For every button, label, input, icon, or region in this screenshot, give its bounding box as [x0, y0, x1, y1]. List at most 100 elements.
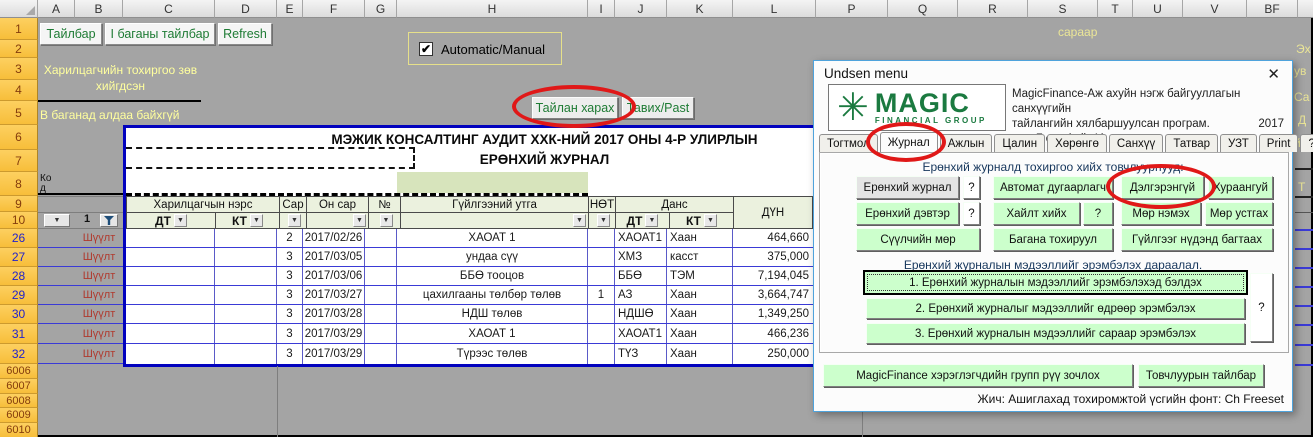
table-row[interactable]: 3 2017/03/05 ундаа сүү ХМЗ касст 375,000: [126, 248, 813, 267]
column-header-u[interactable]: U: [1133, 0, 1183, 18]
column-header-p[interactable]: P: [816, 0, 888, 18]
autofilter-dropdown-a[interactable]: ▼: [44, 214, 70, 227]
column-header-bf[interactable]: BF: [1247, 0, 1298, 18]
tab-help[interactable]: ?: [1300, 134, 1313, 152]
auto-number-button[interactable]: Автомат дугаарлагч: [993, 176, 1113, 199]
detailed-button[interactable]: Дэлгэрэнгүй: [1121, 176, 1204, 199]
column-header-s[interactable]: S: [1028, 0, 1098, 18]
row-header-2[interactable]: 2: [0, 40, 38, 58]
row-header-28[interactable]: 28: [0, 267, 38, 286]
row-header-9[interactable]: 9: [0, 196, 38, 212]
journal-data-rows: 2 2017/02/26 ХАОАТ 1 ХАОАТ1 Хаан 464,660…: [126, 229, 813, 364]
i-column-tailbar-button[interactable]: I баганы тайлбар: [105, 23, 215, 45]
column-header-h[interactable]: H: [397, 0, 588, 18]
tab-togtmol[interactable]: Тогтмол: [819, 134, 878, 152]
sort-by-month-button[interactable]: 3. Ерөнхий журналын мэдээллийг сараар эр…: [866, 323, 1245, 344]
tab-uzt[interactable]: УЗТ: [1220, 134, 1257, 152]
tab-sankhuu[interactable]: Санхүү: [1109, 134, 1163, 152]
column-header-a[interactable]: A: [38, 0, 75, 18]
button-help-button[interactable]: Товчлуурын тайлбар: [1138, 364, 1264, 387]
column-header-g[interactable]: G: [365, 0, 397, 18]
table-row[interactable]: 3 2017/03/29 Түрээс төлөв ТҮЗ Хаан 250,0…: [126, 344, 813, 364]
add-row-button[interactable]: Мөр нэмэх: [1121, 202, 1201, 225]
filter-dropdown-vat[interactable]: ▼: [597, 214, 610, 227]
table-row[interactable]: 3 2017/03/06 ББӨ тооцов ББӨ ТЭМ 7,194,04…: [126, 267, 813, 286]
general-ledger-button[interactable]: Ерөнхий дэвтэр: [856, 202, 959, 225]
paste-button[interactable]: Тавих/Past: [622, 97, 694, 119]
delete-row-button[interactable]: Мөр устгах: [1205, 202, 1273, 225]
automatic-manual-checkbox[interactable]: ✔: [419, 42, 433, 56]
column-header-e[interactable]: E: [277, 0, 303, 18]
column-header-v[interactable]: V: [1183, 0, 1247, 18]
tab-tsalin[interactable]: Цалин: [994, 134, 1045, 152]
row-header-27[interactable]: 27: [0, 248, 38, 267]
last-row-button[interactable]: Сүүлчийн мөр: [856, 228, 980, 251]
row-header-30[interactable]: 30: [0, 305, 38, 324]
row-header-29[interactable]: 29: [0, 286, 38, 305]
row-header-6010[interactable]: 6010: [0, 423, 38, 437]
row-header-32[interactable]: 32: [0, 344, 38, 364]
row-header-26[interactable]: 26: [0, 229, 38, 248]
select-all-corner[interactable]: [0, 0, 38, 18]
table-row[interactable]: 2 2017/02/26 ХАОАТ 1 ХАОАТ1 Хаан 464,660: [126, 229, 813, 248]
filter-dropdown-dt[interactable]: ▼: [174, 214, 187, 227]
row-header-1[interactable]: 1: [0, 18, 38, 40]
row-header-4[interactable]: 4: [0, 80, 38, 101]
row-header-10[interactable]: 10: [0, 212, 38, 229]
tab-print[interactable]: Print: [1259, 134, 1299, 152]
filter-dropdown-account-dt[interactable]: ▼: [645, 214, 658, 227]
column-header-r[interactable]: R: [958, 0, 1028, 18]
row-header-8[interactable]: 8: [0, 172, 38, 196]
row-header-6[interactable]: 6: [0, 125, 38, 150]
column-header-l[interactable]: L: [733, 0, 816, 18]
column-header-c[interactable]: C: [123, 0, 215, 18]
sort-help-button[interactable]: ?: [1250, 273, 1273, 342]
group-visit-button[interactable]: MagicFinance хэрэглэгчдийн групп рүү зоч…: [823, 364, 1133, 387]
column-header-partial[interactable]: [1298, 0, 1313, 18]
column-header-q[interactable]: Q: [888, 0, 958, 18]
filter-dropdown-month[interactable]: ▼: [288, 214, 301, 227]
general-journal-button[interactable]: Ерөнхий журнал: [856, 176, 959, 199]
filter-dropdown-kt[interactable]: ▼: [250, 214, 263, 227]
filter-dropdown-no[interactable]: ▼: [380, 214, 393, 227]
filter-dropdown-account-kt[interactable]: ▼: [704, 214, 717, 227]
view-report-button[interactable]: Тайлан харах: [532, 97, 618, 119]
column-header-b[interactable]: B: [75, 0, 123, 18]
row-header-6009[interactable]: 6009: [0, 408, 38, 423]
row-header-6006[interactable]: 6006: [0, 364, 38, 379]
autofilter-funnel-b[interactable]: [100, 214, 118, 227]
refresh-button[interactable]: Refresh: [218, 23, 272, 45]
general-journal-help-button[interactable]: ?: [963, 176, 980, 199]
filter-dropdown-description[interactable]: ▼: [573, 214, 586, 227]
row-header-6007[interactable]: 6007: [0, 379, 38, 394]
summary-button[interactable]: Хураангуй: [1208, 176, 1273, 199]
filter-dropdown-period[interactable]: ▼: [353, 214, 366, 227]
row-header-7[interactable]: 7: [0, 150, 38, 172]
column-adjust-button[interactable]: Багана тохируул: [993, 228, 1113, 251]
column-header-j[interactable]: J: [615, 0, 667, 18]
sort-prepare-button[interactable]: 1. Ерөнхий журналын мэдээллийг эрэмбэлэх…: [864, 271, 1247, 294]
search-help-button[interactable]: ?: [1083, 202, 1113, 225]
tab-tatvar[interactable]: Татвар: [1165, 134, 1218, 152]
general-ledger-help-button[interactable]: ?: [963, 202, 980, 225]
row-header-6008[interactable]: 6008: [0, 394, 38, 408]
column-header-k[interactable]: K: [667, 0, 733, 18]
table-row[interactable]: 3 2017/03/27 цахилгааны төлбөр төлөв 1 А…: [126, 286, 813, 305]
table-row[interactable]: 3 2017/03/28 НДШ төлөв НДШӨ Хаан 1,349,2…: [126, 305, 813, 324]
tailbar-button[interactable]: Тайлбар: [40, 23, 102, 45]
column-header-f[interactable]: F: [303, 0, 365, 18]
tab-hurunge[interactable]: Хөрөнгө: [1047, 134, 1107, 152]
fit-cell-button[interactable]: Гүйлгээг нүдэнд багтаах: [1121, 228, 1273, 251]
search-button[interactable]: Хайлт хийх: [993, 202, 1080, 225]
close-icon[interactable]: ✕: [1267, 65, 1280, 83]
table-row[interactable]: 3 2017/03/29 ХАОАТ 1 ХАОАТ1 Хаан 466,236: [126, 324, 813, 344]
row-header-31[interactable]: 31: [0, 324, 38, 344]
column-header-t[interactable]: T: [1098, 0, 1133, 18]
sort-by-day-button[interactable]: 2. Ерөнхий журналыг мэдээллийг өдрөөр эр…: [866, 298, 1245, 319]
column-header-d[interactable]: D: [215, 0, 277, 18]
tab-jurnal[interactable]: Журнал: [880, 132, 938, 152]
row-header-3[interactable]: 3: [0, 58, 38, 80]
column-header-i[interactable]: I: [588, 0, 615, 18]
tab-ajlyn[interactable]: Ажлын: [940, 134, 993, 152]
row-header-5[interactable]: 5: [0, 101, 38, 125]
